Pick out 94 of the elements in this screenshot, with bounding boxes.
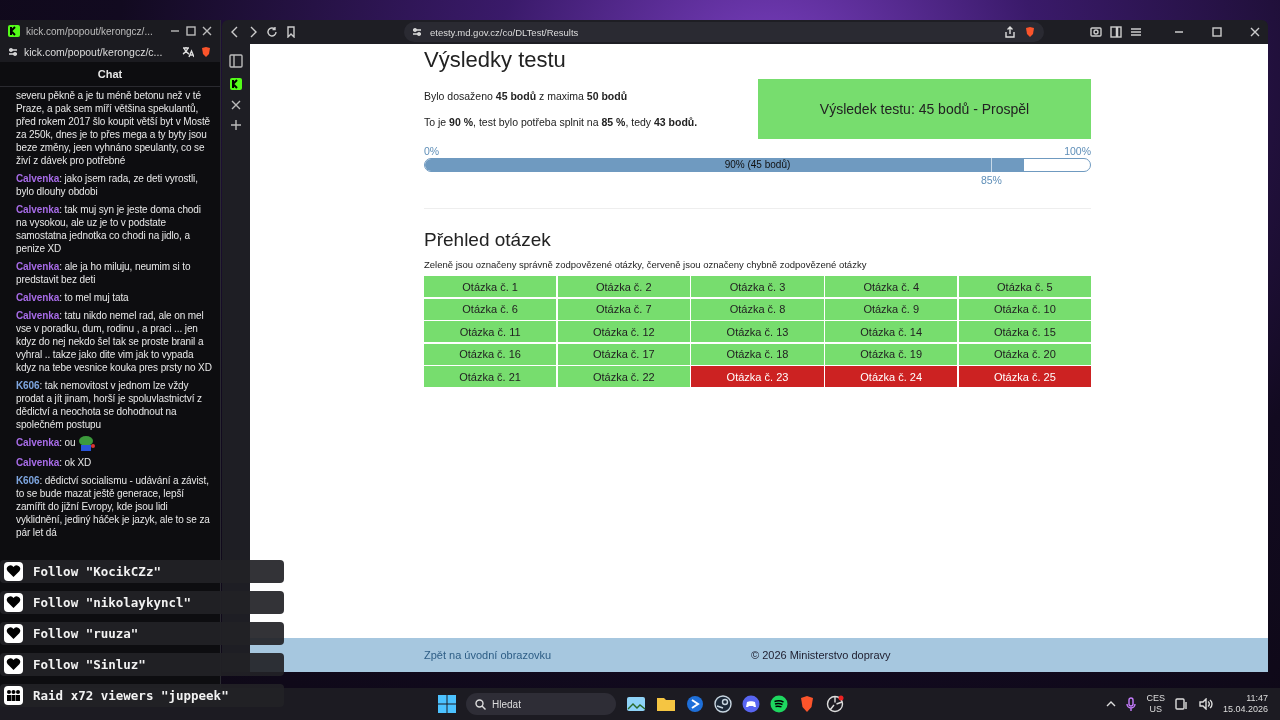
chat-message: severu pěkně a je tu méně betonu než v té Praze, a pak sem míří většina spekulantů, před rokem 2017 šlo koupit větší byt v Mostě za 250k, dnes je to přes mega a ty byty jsou beze změny, jeen vyhnáno speulanty, co se živí z dávek pro potřebné bbox=[16, 89, 212, 167]
search-field[interactable]: Hledat bbox=[466, 693, 616, 715]
sound-waves-icon[interactable] bbox=[770, 695, 788, 713]
page-title: Výsledky testu bbox=[424, 46, 567, 74]
chat-message: Calvenka: tatu nikdo nemel rad, ale on mel vse v poradku, dum, rodinu , a praci ... jen kdyz do nej nekdo šel tak se proste branil a vyhral .. takze jako dite vim jak to vypada kdyz na tebe vesnice kouka pres prsty no XD bbox=[16, 309, 213, 374]
question-tile[interactable]: Otázka č. 1 bbox=[424, 276, 557, 297]
question-tile[interactable]: Otázka č. 24 bbox=[825, 366, 958, 387]
question-tile[interactable]: Otázka č. 14 bbox=[825, 321, 958, 342]
question-tile[interactable]: Otázka č. 4 bbox=[825, 276, 958, 297]
arrow-circle-icon[interactable] bbox=[686, 695, 704, 713]
question-tile[interactable]: Otázka č. 25 bbox=[958, 366, 1091, 387]
translate-icon[interactable] bbox=[182, 46, 194, 58]
forward-icon[interactable] bbox=[248, 26, 258, 38]
back-icon[interactable] bbox=[230, 26, 240, 38]
chat-message: K606: dědictví socialismu - udávání a závist, to se bude mazat ještě generace, lepší zamířit do jižní Evropy, kde jsou lidi vyklidnění, jediný háček je jazyk, ale to se za pár let dá bbox=[16, 474, 211, 539]
chat-message: Calvenka: ok XD bbox=[16, 456, 93, 469]
keyboard-layout[interactable]: US bbox=[1149, 704, 1162, 715]
chat-message: K606: tak nemovitost v jednom lze vždy prodat a jít jinam, horší je spoluvlastnictví z dědictví a neochota se dohodnout na společném postupu bbox=[16, 379, 203, 431]
caret-up-icon[interactable] bbox=[1106, 699, 1117, 709]
question-tile[interactable]: Otázka č. 21 bbox=[424, 366, 557, 387]
question-tile[interactable]: Otázka č. 16 bbox=[424, 343, 557, 365]
question-tile[interactable]: Otázka č. 23 bbox=[691, 366, 824, 387]
progress-min-label: 0% bbox=[424, 145, 440, 157]
question-tile[interactable]: Otázka č. 17 bbox=[557, 343, 690, 365]
frog-emote-icon bbox=[78, 436, 97, 451]
clock-time[interactable]: 11:47 bbox=[1246, 693, 1268, 704]
reload-icon[interactable] bbox=[266, 26, 278, 38]
progress-max-label: 100% bbox=[1064, 145, 1091, 157]
chat-message: Calvenka: ale ja ho miluju, neumim si to predstavit bez deti bbox=[16, 260, 192, 286]
question-tile[interactable]: Otázka č. 22 bbox=[557, 366, 690, 387]
progress-label: 90% (45 bodů) bbox=[723, 159, 792, 171]
question-tile[interactable]: Otázka č. 12 bbox=[557, 321, 690, 342]
lion-shield-icon[interactable] bbox=[200, 46, 212, 58]
site-settings-icon[interactable] bbox=[8, 47, 18, 57]
maximize-icon[interactable] bbox=[186, 26, 196, 36]
share-icon[interactable] bbox=[1004, 26, 1016, 38]
lion-shield-icon[interactable] bbox=[798, 695, 816, 713]
landscape-icon[interactable] bbox=[626, 695, 646, 713]
chat-message: Calvenka: jako jsem rada, ze deti vyrostli, bylo dlouhy obdobi bbox=[16, 172, 199, 198]
alert-notification: Follow "Sinluz" bbox=[0, 653, 284, 676]
gamepad-icon[interactable] bbox=[742, 695, 760, 713]
chat-message: Calvenka: tak muj syn je jeste doma chodi na vysokou, ale uz je to v podstate samostatna jednotka co chodi na jidlo, a penize XD bbox=[16, 203, 202, 255]
question-tile[interactable]: Otázka č. 13 bbox=[691, 321, 824, 342]
alert-notification: Raid x72 viewers "juppeek" bbox=[0, 684, 284, 707]
site-settings-icon[interactable] bbox=[412, 27, 422, 37]
window-title: kick.com/popout/kerongcz/... bbox=[26, 25, 154, 37]
lion-shield-icon[interactable] bbox=[1024, 26, 1036, 38]
people-group-icon bbox=[4, 686, 23, 705]
speaker-icon[interactable] bbox=[1198, 698, 1213, 710]
folder-icon[interactable] bbox=[656, 695, 676, 713]
panel-icon[interactable] bbox=[229, 54, 243, 68]
result-banner: Výsledek testu: 45 bodů - Prospěl bbox=[758, 79, 1091, 139]
question-tile[interactable]: Otázka č. 18 bbox=[691, 343, 824, 365]
question-tile[interactable]: Otázka č. 15 bbox=[958, 321, 1091, 342]
menu-icon[interactable] bbox=[1130, 26, 1142, 38]
result-summary: To je 90 %, test bylo potřeba splnit na 85 %, tedy 43 bodů. bbox=[424, 115, 698, 130]
language-indicator[interactable]: CES bbox=[1146, 693, 1165, 704]
address-bar[interactable]: etesty.md.gov.cz/co/DLTest/Results bbox=[404, 22, 1044, 42]
close-icon[interactable] bbox=[231, 100, 241, 110]
result-summary: Bylo dosaženo 45 bodů z maxima 50 bodů bbox=[424, 89, 629, 104]
chat-message: Calvenka: ou bbox=[16, 436, 214, 451]
question-tile[interactable]: Otázka č. 5 bbox=[958, 276, 1091, 297]
close-icon[interactable] bbox=[1250, 27, 1260, 37]
chat-header: Chat bbox=[97, 68, 123, 80]
kick-logo-icon[interactable] bbox=[230, 78, 242, 90]
bookmark-icon[interactable] bbox=[286, 26, 296, 38]
maximize-icon[interactable] bbox=[1212, 27, 1222, 37]
question-tile[interactable]: Otázka č. 20 bbox=[958, 343, 1091, 365]
alert-notification: Follow "nikolaykyncl" bbox=[0, 591, 284, 614]
question-tile[interactable]: Otázka č. 2 bbox=[557, 276, 690, 297]
question-tile[interactable]: Otázka č. 19 bbox=[825, 343, 958, 365]
question-tile[interactable]: Otázka č. 6 bbox=[424, 298, 557, 320]
close-icon[interactable] bbox=[202, 26, 212, 36]
plus-icon[interactable] bbox=[231, 120, 241, 130]
microphone-icon[interactable] bbox=[1126, 697, 1137, 711]
question-tile[interactable]: Otázka č. 7 bbox=[557, 298, 690, 320]
question-tile[interactable]: Otázka č. 3 bbox=[691, 276, 824, 297]
back-link[interactable]: Zpět na úvodní obrazovku bbox=[424, 649, 751, 661]
legend-note: Zeleně jsou označeny správně zodpovězené otázky, červeně jsou označeny chybně zodpovězené otázky bbox=[424, 259, 868, 270]
sidebar-icon[interactable] bbox=[1110, 26, 1122, 38]
kick-logo-icon bbox=[8, 25, 20, 37]
start-icon[interactable] bbox=[438, 695, 456, 713]
threshold-label: 85% bbox=[980, 174, 1002, 186]
chat-message: Calvenka: to mel muj tata bbox=[16, 291, 130, 304]
alert-notification: Follow "ruuza" bbox=[0, 622, 284, 645]
search-icon bbox=[475, 698, 486, 710]
question-tile[interactable]: Otázka č. 9 bbox=[825, 298, 958, 320]
copyright-text: © 2026 Ministerstvo dopravy bbox=[751, 649, 891, 661]
section-title: Přehled otázek bbox=[424, 228, 552, 252]
question-tile[interactable]: Otázka č. 8 bbox=[691, 298, 824, 320]
alert-notification: Follow "KocikCZz" bbox=[0, 560, 284, 583]
clock-date[interactable]: 15.04.2026 bbox=[1222, 704, 1268, 715]
question-tile[interactable]: Otázka č. 10 bbox=[958, 298, 1091, 320]
question-tile[interactable]: Otázka č. 11 bbox=[424, 321, 557, 342]
